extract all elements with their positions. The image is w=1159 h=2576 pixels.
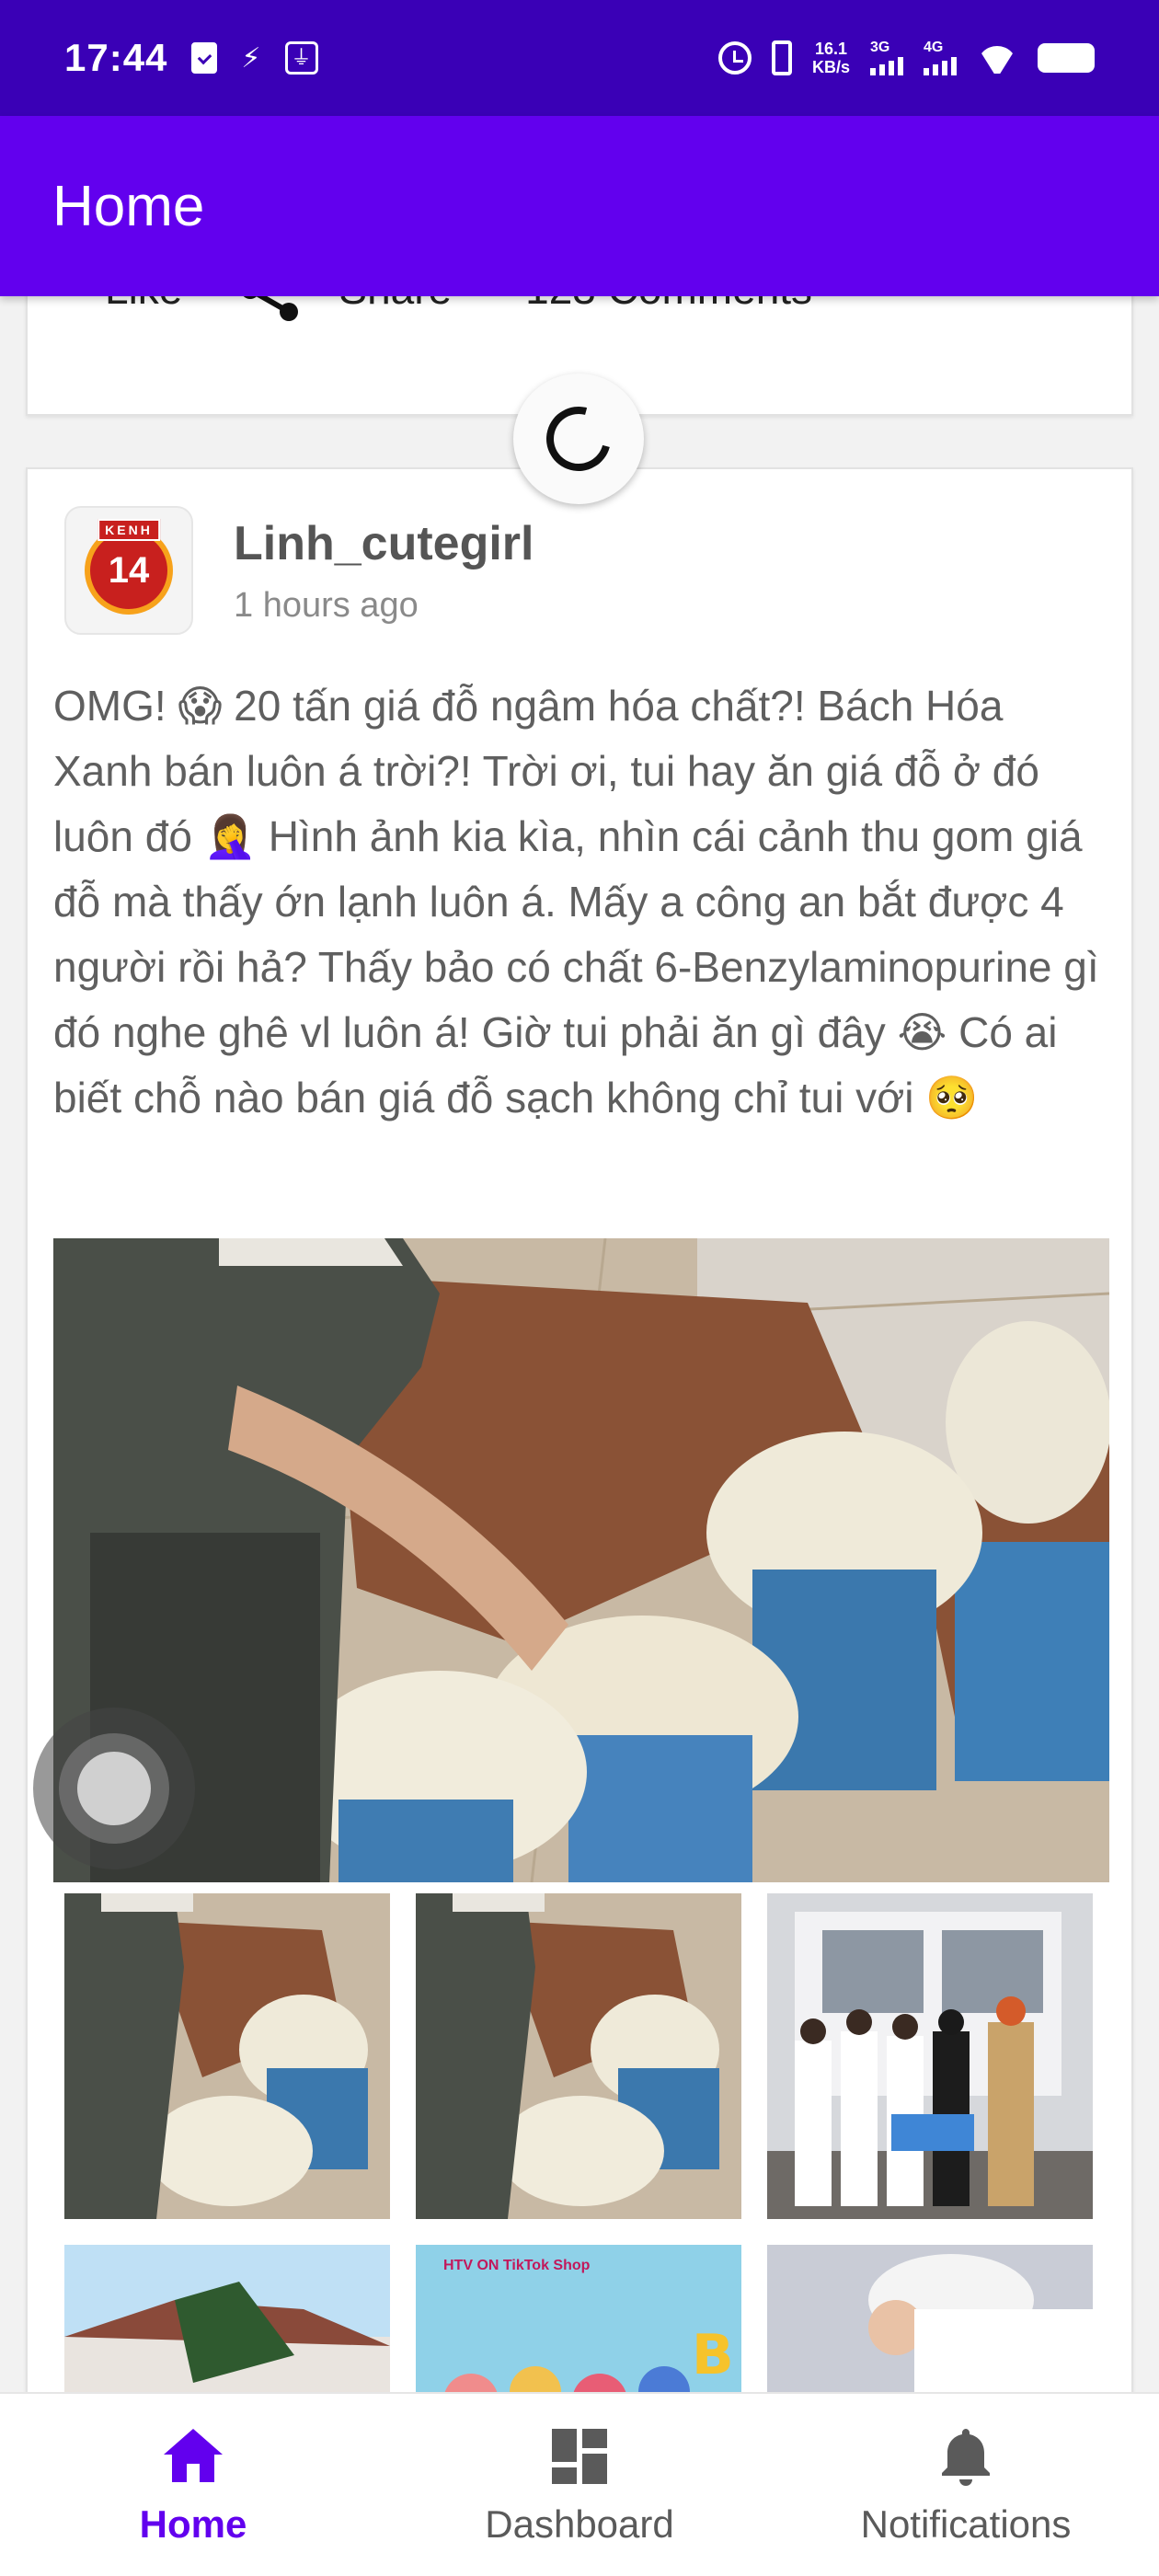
vibrate-icon bbox=[771, 40, 792, 75]
sim2-signal: 4G bbox=[924, 40, 957, 75]
share-icon bbox=[237, 296, 302, 321]
thumbnail-image[interactable] bbox=[416, 1893, 741, 2219]
kenh14-logo: KENH 14 bbox=[85, 519, 173, 615]
nav-label-dashboard: Dashboard bbox=[485, 2502, 674, 2546]
signal-bars-icon bbox=[870, 55, 903, 75]
signal-bars-icon bbox=[924, 55, 957, 75]
post-username[interactable]: Linh_cutegirl bbox=[234, 516, 534, 571]
loading-indicator bbox=[513, 374, 644, 504]
post-actions: Like Share 123 Comments bbox=[105, 296, 812, 335]
post-main-image[interactable] bbox=[53, 1238, 1109, 1882]
assistive-touch-core bbox=[77, 1752, 151, 1825]
status-left: 17:44 ⚡ ⏚ bbox=[64, 36, 318, 80]
status-bar: 17:44 ⚡ ⏚ 16.1 KB/s 3G 4G bbox=[0, 0, 1159, 116]
thumbnail-image[interactable] bbox=[64, 1893, 390, 2219]
nav-item-dashboard[interactable]: Dashboard bbox=[386, 2394, 773, 2576]
app-bar: Home bbox=[0, 116, 1159, 296]
status-time: 17:44 bbox=[64, 36, 168, 79]
wifi-icon bbox=[977, 42, 1017, 74]
post-card: KENH 14 Linh_cutegirl 1 hours ago OMG! 😱… bbox=[26, 467, 1133, 2392]
logo-top-text: KENH bbox=[98, 519, 160, 541]
thumbnail-image[interactable] bbox=[767, 2245, 1093, 2392]
share-button[interactable]: Share bbox=[219, 296, 452, 321]
nav-item-home[interactable]: Home bbox=[0, 2394, 386, 2576]
share-label: Share bbox=[339, 296, 452, 314]
sim1-network-type: 3G bbox=[870, 40, 890, 55]
post-header: KENH 14 Linh_cutegirl 1 hours ago bbox=[64, 506, 534, 635]
network-speed-value: 16.1 bbox=[814, 40, 848, 58]
comments-link[interactable]: 123 Comments bbox=[525, 296, 812, 314]
logo-number: 14 bbox=[108, 549, 150, 591]
page-title: Home bbox=[52, 174, 205, 238]
usb-icon: ⏚ bbox=[284, 41, 318, 75]
nav-item-notifications[interactable]: Notifications bbox=[773, 2394, 1159, 2576]
battery-icon bbox=[1038, 43, 1095, 73]
post-timestamp: 1 hours ago bbox=[234, 585, 419, 625]
thumbnail-image[interactable]: B HTV ON TikTok Shop bbox=[416, 2245, 741, 2392]
sim1-signal: 3G bbox=[870, 40, 903, 75]
assistive-touch-ring bbox=[59, 1733, 169, 1844]
thumbnail-image[interactable] bbox=[64, 2245, 390, 2392]
spinner-icon bbox=[534, 395, 623, 483]
bottom-navigation: Home Dashboard Notifications bbox=[0, 2392, 1159, 2576]
dashboard-icon bbox=[546, 2423, 613, 2490]
avatar[interactable]: KENH 14 bbox=[64, 506, 193, 635]
feed[interactable]: Like Share 123 Comments bbox=[0, 296, 1159, 2392]
thumbnail-image[interactable] bbox=[767, 1893, 1093, 2219]
nav-label-home: Home bbox=[139, 2502, 247, 2546]
like-button[interactable]: Like bbox=[105, 296, 182, 314]
clipboard-check-icon bbox=[191, 42, 218, 74]
post-meta: Linh_cutegirl 1 hours ago bbox=[234, 516, 534, 626]
alarm-icon bbox=[717, 41, 752, 75]
status-right: 16.1 KB/s 3G 4G bbox=[717, 40, 1095, 76]
assistive-touch-button[interactable] bbox=[33, 1708, 195, 1869]
home-icon bbox=[160, 2423, 226, 2490]
network-speed-unit: KB/s bbox=[811, 58, 850, 76]
flash-icon: ⚡ bbox=[241, 42, 261, 74]
tv-logo-text: HTV ON TikTok Shop bbox=[443, 2258, 591, 2273]
nav-label-notifications: Notifications bbox=[860, 2502, 1072, 2546]
sim2-network-type: 4G bbox=[924, 40, 944, 55]
network-speed: 16.1 KB/s bbox=[812, 40, 850, 76]
svg-text:B: B bbox=[692, 2323, 734, 2387]
post-body-text: OMG! 😱 20 tấn giá đỗ ngâm hóa chất?! Bác… bbox=[53, 682, 1099, 1121]
bell-icon bbox=[933, 2423, 999, 2490]
